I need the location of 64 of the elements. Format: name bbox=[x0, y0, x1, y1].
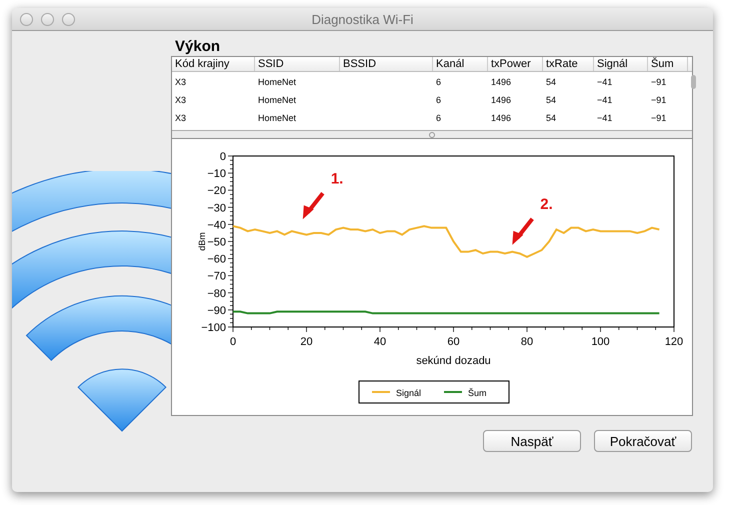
table-cell-text: 54 bbox=[545, 95, 558, 105]
y-tick-label: −60 bbox=[207, 254, 226, 266]
y-tick-label: −100 bbox=[201, 322, 226, 334]
column-header[interactable]: txRate bbox=[543, 57, 594, 71]
close-button[interactable] bbox=[20, 12, 33, 26]
y-tick-label: −90 bbox=[207, 304, 226, 317]
table-cell-text: HomeNet bbox=[257, 77, 298, 87]
table-cell-text: HomeNet bbox=[257, 113, 298, 123]
back-button[interactable]: Naspäť bbox=[483, 430, 581, 452]
table-cell-text: 6 bbox=[435, 77, 442, 87]
x-tick-label: 80 bbox=[520, 336, 534, 348]
y-tick-label: −40 bbox=[207, 219, 226, 232]
table-cell-text: 54 bbox=[545, 77, 558, 87]
x-tick-label: 0 bbox=[230, 336, 236, 348]
table-cell-text: 1496 bbox=[490, 95, 512, 105]
table-cell-text: −91 bbox=[650, 77, 668, 87]
annotation-arrow bbox=[302, 192, 324, 220]
y-tick-label: −10 bbox=[207, 168, 226, 180]
zoom-button[interactable] bbox=[62, 12, 75, 26]
table-cell-text: X3 bbox=[174, 77, 188, 87]
y-axis-label: dBm bbox=[197, 232, 207, 251]
table-cell-text: 1496 bbox=[490, 113, 512, 123]
table-cell-text: −41 bbox=[596, 95, 614, 105]
column-header[interactable]: BSSID bbox=[340, 57, 433, 71]
minimize-button[interactable] bbox=[41, 12, 54, 26]
column-header[interactable]: Kanál bbox=[433, 57, 488, 71]
column-header[interactable]: Kód krajiny bbox=[172, 57, 255, 71]
x-axis-label: sekúnd dozadu bbox=[416, 355, 491, 367]
table-cell-text: X3 bbox=[174, 95, 188, 105]
y-tick-label: −80 bbox=[207, 288, 226, 300]
column-header[interactable]: SSID bbox=[255, 57, 340, 71]
table-cell-text: 54 bbox=[545, 113, 558, 123]
y-tick-label: −20 bbox=[207, 185, 226, 198]
column-header[interactable]: Signál bbox=[594, 57, 648, 71]
splitter-handle[interactable] bbox=[172, 130, 692, 138]
legend-label: Šum bbox=[468, 388, 487, 398]
y-tick-label: −30 bbox=[207, 202, 226, 214]
x-tick-label: 120 bbox=[664, 336, 684, 348]
x-tick-label: 20 bbox=[300, 336, 313, 348]
column-header[interactable]: Šum bbox=[648, 57, 688, 71]
x-tick-label: 40 bbox=[374, 336, 386, 348]
table-cell-text: HomeNet bbox=[257, 95, 298, 105]
table-cell-text: 6 bbox=[435, 113, 442, 123]
annotation-label: 2. bbox=[540, 196, 553, 213]
y-tick-label: −70 bbox=[207, 270, 226, 283]
annotation-label: 1. bbox=[330, 170, 344, 188]
table-cell-text: −41 bbox=[596, 77, 614, 87]
legend-label: Signál bbox=[396, 388, 422, 398]
scrollbar-thumb[interactable] bbox=[691, 75, 696, 89]
column-header[interactable]: txPower bbox=[488, 57, 543, 71]
continue-button[interactable]: Pokračovať bbox=[594, 430, 692, 452]
window-title: Diagnostika Wi-Fi bbox=[312, 12, 414, 26]
table-cell-text: X3 bbox=[174, 113, 188, 123]
table-cell-text: −91 bbox=[650, 95, 668, 105]
x-tick-label: 100 bbox=[591, 336, 610, 348]
annotation-arrow bbox=[512, 218, 534, 245]
section-title: Výkon bbox=[175, 38, 220, 55]
y-tick-label: 0 bbox=[220, 151, 226, 163]
table-cell-text: −91 bbox=[650, 113, 668, 123]
x-tick-label: 60 bbox=[447, 336, 460, 348]
table-cell-text: 1496 bbox=[490, 77, 512, 87]
y-tick-label: −50 bbox=[207, 236, 226, 248]
table-cell-text: 6 bbox=[435, 95, 442, 105]
table-cell-text: −41 bbox=[596, 113, 614, 123]
